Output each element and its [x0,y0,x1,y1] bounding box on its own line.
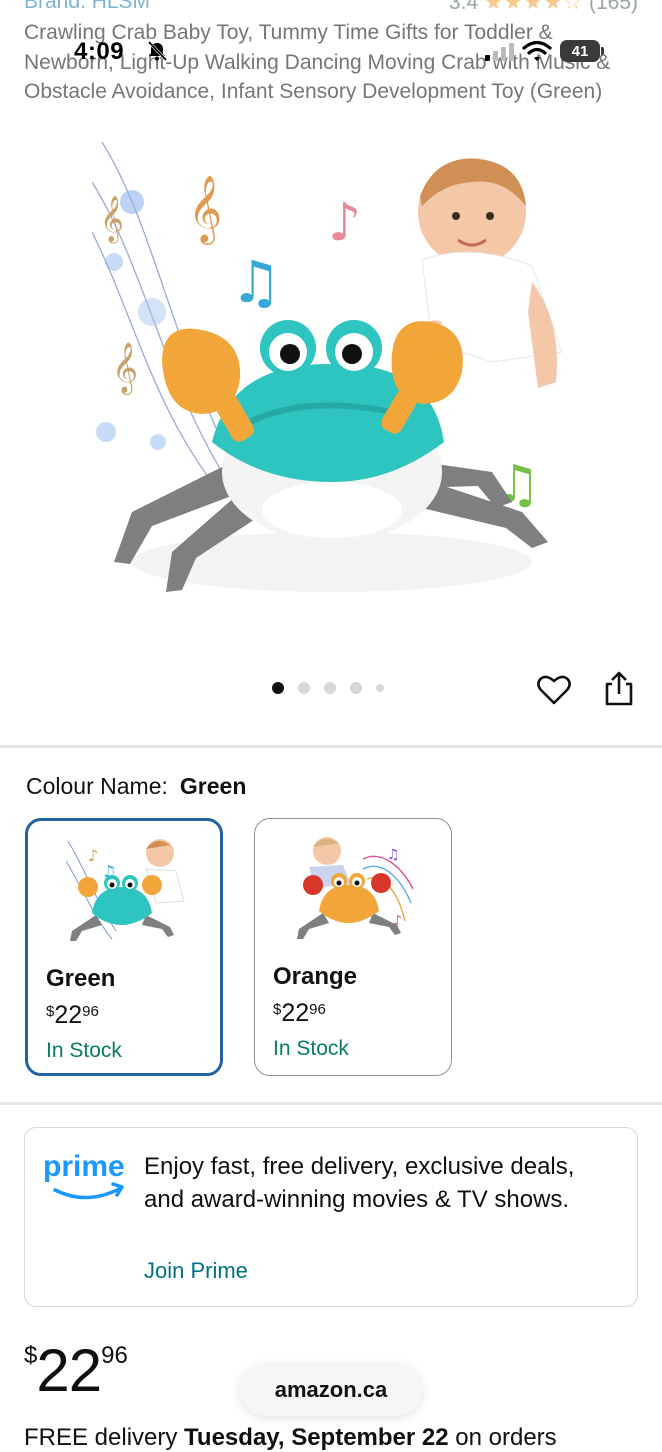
svg-text:♫: ♫ [387,847,400,863]
rating-value: 3.4 [448,0,479,14]
bell-slash-icon [146,40,168,67]
section-divider [0,745,662,748]
join-prime-link[interactable]: Join Prime [144,1258,248,1284]
carousel-dot[interactable] [298,682,310,694]
carousel-dot[interactable] [376,684,384,692]
rating-count: (165) [588,0,638,14]
svg-text:𝄞: 𝄞 [112,342,138,395]
wifi-icon [522,40,552,61]
price-currency: $ [46,1003,55,1020]
colour-selected-value: Green [179,773,247,799]
colour-swatch-orange[interactable]: ♫ ♪ Orange $2296 In Stock [254,818,452,1076]
swatch-name: Green [46,965,116,992]
price-whole: 22 [281,999,310,1027]
price-currency: $ [273,1001,282,1018]
colour-label-text: Colour Name: [26,773,168,799]
battery-icon: 41 [560,40,604,62]
carousel-dot[interactable] [272,682,284,694]
prime-promo-card[interactable]: prime Enjoy fast, free delivery, exclusi… [24,1127,638,1307]
price-whole: 22 [36,1337,102,1404]
browser-address-pill[interactable]: amazon.ca [240,1364,422,1416]
svg-text:♫: ♫ [230,248,282,316]
product-image[interactable]: 𝄞 𝄞 𝄞 ♪ ♫ ♫ [91,141,570,620]
product-price: $2296 [24,1336,128,1405]
prime-logo-text: prime [43,1150,125,1183]
delivery-prefix: FREE delivery [24,1424,178,1451]
carousel-dot[interactable] [350,682,362,694]
carousel-dot[interactable] [324,682,336,694]
green-swatch-image: ♪ ♫ [65,831,190,953]
svg-text:𝄞: 𝄞 [188,174,222,245]
cellular-signal-icon [485,43,514,61]
orange-swatch-image: ♫ ♪ [293,829,417,951]
swatch-stock-status: In Stock [46,1039,122,1062]
rating-stars: ★★★★☆ [483,0,584,14]
heart-icon[interactable] [536,672,572,708]
price-whole: 22 [54,1001,83,1029]
svg-text:𝄞: 𝄞 [100,196,124,244]
price-fraction: 96 [309,1001,326,1018]
swatch-price: $2296 [46,1001,99,1030]
swatch-price: $2296 [273,999,326,1028]
section-divider [0,1102,662,1105]
delivery-date: Tuesday, September 22 [184,1424,449,1451]
svg-text:♪: ♪ [328,193,361,253]
share-icon[interactable] [602,670,636,708]
colour-swatch-green[interactable]: ♪ ♫ Green $2296 In Stock [25,818,223,1076]
colour-label: Colour Name: Green [26,773,246,800]
price-fraction: 96 [82,1003,99,1020]
status-time: 4:09 [74,38,125,65]
delivery-suffix: on orders [455,1424,557,1451]
status-indicators: 41 [484,40,604,62]
rating-summary[interactable]: 3.4 ★★★★☆ (165) [449,0,638,15]
price-currency: $ [24,1342,37,1369]
brand-link[interactable]: Brand: HLSM [24,0,150,14]
image-carousel-dots[interactable] [272,682,384,694]
prime-message: Enjoy fast, free delivery, exclusive dea… [144,1153,575,1213]
svg-text:♪: ♪ [88,846,98,865]
price-fraction: 96 [101,1342,128,1369]
swatch-stock-status: In Stock [273,1037,349,1060]
prime-logo: prime [43,1150,131,1211]
swatch-name: Orange [273,963,358,990]
delivery-message: FREE delivery Tuesday, September 22 on o… [24,1424,557,1452]
